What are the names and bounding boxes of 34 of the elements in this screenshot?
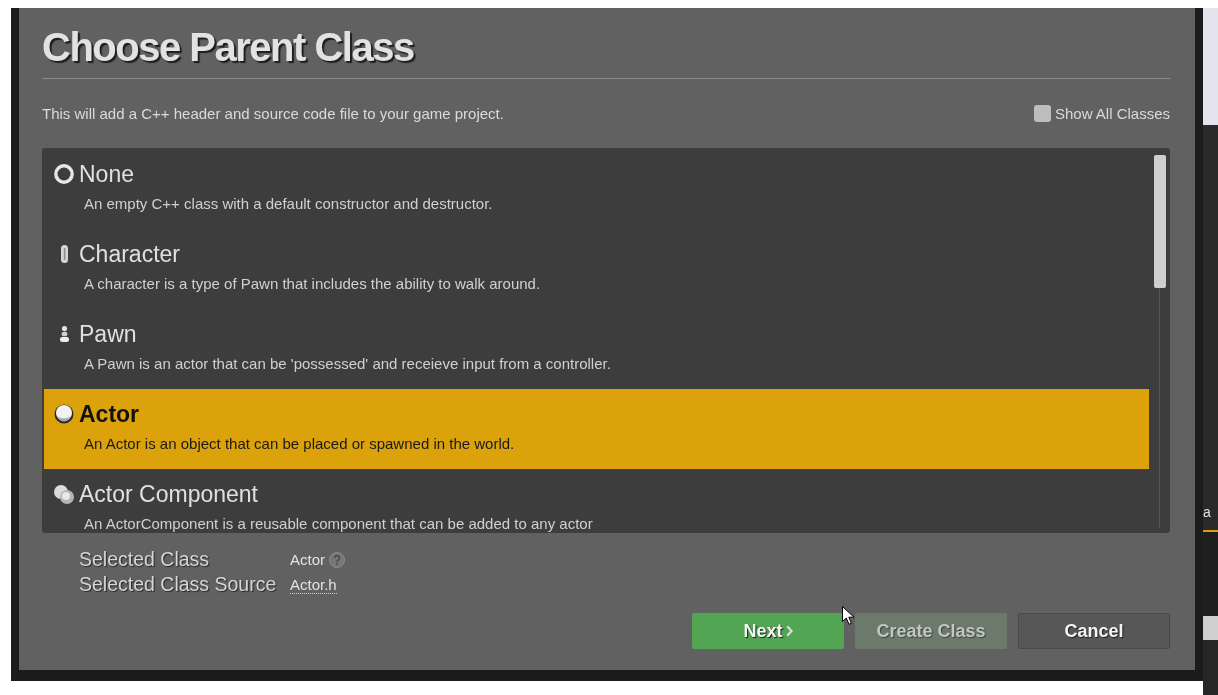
detail-label: Selected Class	[79, 547, 210, 572]
chevron-right-icon	[785, 625, 793, 637]
cancel-button[interactable]: Cancel	[1018, 613, 1170, 649]
capsule-icon	[60, 245, 68, 263]
sphere-icon	[54, 404, 74, 424]
dialog-description: This will add a C++ header and source code file to your game project.	[42, 104, 504, 122]
detail-value: Actor	[290, 550, 325, 569]
class-name: Actor	[79, 401, 140, 427]
class-list-item[interactable]: Actor An Actor is an object that can be placed or spawned in the world.	[44, 389, 1149, 469]
class-list-item[interactable]: Pawn A Pawn is an actor that can be 'possessed' and receieve input from a controller.	[44, 309, 1149, 389]
class-description: An Actor is an object that can be placed or spawned in the world.	[84, 435, 515, 452]
checkbox[interactable]	[1033, 104, 1051, 122]
cursor-icon	[842, 606, 855, 625]
source-file-link[interactable]: Actor.h	[290, 575, 337, 594]
class-list-item[interactable]: Character A character is a type of Pawn that includes the ability to walk around.	[44, 229, 1149, 309]
class-description: A character is a type of Pawn that includes the ability to walk around.	[84, 275, 541, 292]
class-name: Actor Component	[79, 481, 258, 507]
help-icon[interactable]	[329, 551, 345, 568]
class-list-item[interactable]: Actor Component An ActorComponent is a reusable component that can be added to any actor	[44, 469, 1149, 533]
background-text: a	[1203, 504, 1211, 520]
dialog-title: Choose Parent Class	[42, 25, 414, 69]
class-list-item[interactable]: None An empty C++ class with a default constructor and destructor.	[44, 149, 1149, 229]
class-description: An ActorComponent is a reusable component that can be added to any actor	[84, 515, 593, 532]
ring-icon	[54, 164, 74, 184]
detail-label: Selected Class Source	[79, 572, 277, 597]
class-description: An empty C++ class with a default constructor and destructor.	[84, 195, 493, 212]
spheres-icon	[54, 484, 74, 504]
class-name: Character	[79, 241, 180, 267]
checkbox-label[interactable]: Show All Classes	[1054, 104, 1170, 122]
class-name: Pawn	[79, 321, 137, 347]
class-description: A Pawn is an actor that can be 'possessed' and receieve input from a controller.	[84, 355, 611, 372]
class-name: None	[79, 161, 134, 187]
pawn-icon	[59, 326, 69, 342]
scrollbar-thumb[interactable]	[1153, 155, 1166, 288]
